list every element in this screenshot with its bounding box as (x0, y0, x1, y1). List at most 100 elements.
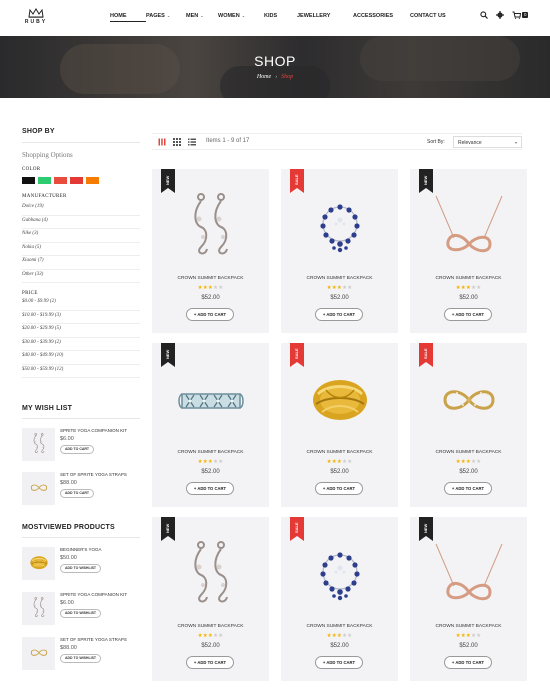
price-filter-item[interactable]: $50.00 - $59.99 (12) (22, 365, 140, 378)
product-thumbnail[interactable] (22, 592, 55, 625)
price-filter-item[interactable]: $40.00 - $49.99 (10) (22, 351, 140, 365)
product-name[interactable]: CROWN SUMMIT BACKPACK (281, 624, 398, 629)
view-columns-button[interactable] (157, 137, 167, 147)
add-to-cart-button[interactable]: ADD TO CART (60, 445, 95, 454)
product-image[interactable] (301, 187, 378, 264)
product-thumbnail[interactable] (22, 428, 55, 461)
nav-item-home[interactable]: HOME (110, 13, 146, 22)
manufacturer-filter-item[interactable]: Nike (3) (22, 229, 140, 243)
product-name[interactable]: CROWN SUMMIT BACKPACK (152, 276, 269, 281)
nav-item-men[interactable]: MEN ⌄ (186, 13, 218, 19)
product-card[interactable]: NEW CROWN SUMMIT BACKPACK ★★★★★ $52.00 +… (410, 169, 527, 333)
add-to-cart-button[interactable]: + ADD TO CART (186, 308, 234, 321)
brand-logo[interactable]: RUBY (22, 8, 50, 25)
rating-stars: ★★★★★ (455, 633, 482, 639)
add-to-cart-button[interactable]: + ADD TO CART (444, 308, 492, 321)
product-thumbnail[interactable] (22, 637, 55, 670)
add-to-cart-button[interactable]: + ADD TO CART (444, 482, 492, 495)
product-card[interactable]: NEW CROWN SUMMIT BACKPACK ★★★★★ $52.00 +… (152, 517, 269, 681)
product-name[interactable]: CROWN SUMMIT BACKPACK (410, 624, 527, 629)
manufacturer-filter-item[interactable]: Other (33) (22, 270, 140, 283)
product-name[interactable]: CROWN SUMMIT BACKPACK (410, 450, 527, 455)
product-image[interactable] (430, 187, 507, 264)
product-price: $52.00 (330, 643, 349, 649)
add-to-cart-button[interactable]: + ADD TO CART (315, 482, 363, 495)
search-icon[interactable] (480, 11, 489, 19)
product-price: $6.00 (60, 600, 74, 606)
cart-icon (512, 11, 522, 19)
product-name[interactable]: CROWN SUMMIT BACKPACK (152, 450, 269, 455)
product-image[interactable] (172, 535, 249, 612)
add-to-cart-button[interactable]: + ADD TO CART (444, 656, 492, 669)
sort-select-value: Relevance (458, 139, 482, 146)
product-name[interactable]: SET OF SPRITE YOGA STRAPS (60, 637, 127, 642)
product-name[interactable]: CROWN SUMMIT BACKPACK (152, 624, 269, 629)
nav-item-accessories[interactable]: ACCESSORIES (353, 13, 410, 19)
manufacturer-filter-item[interactable]: Gabbana (4) (22, 216, 140, 229)
nav-item-pages[interactable]: PAGES ⌄ (146, 13, 186, 19)
product-card[interactable]: SALE CROWN SUMMIT BACKPACK ★★★★★ $52.00 … (281, 169, 398, 333)
color-swatch[interactable] (86, 177, 99, 184)
product-badge: NEW (165, 349, 170, 359)
add-to-cart-button[interactable]: ADD TO CART (60, 489, 95, 498)
product-name[interactable]: SPRITE YOGA COMPANION KIT (60, 592, 127, 597)
product-name[interactable]: SET OF SPRITE YOGA STRAPS (60, 472, 127, 477)
product-image[interactable] (301, 535, 378, 612)
product-thumbnail[interactable] (22, 472, 55, 505)
product-name[interactable]: SPRITE YOGA COMPANION KIT (60, 428, 127, 433)
color-swatch[interactable] (70, 177, 83, 184)
product-card[interactable]: SALE CROWN SUMMIT BACKPACK ★★★★★ $52.00 … (281, 517, 398, 681)
breadcrumb-current: Shop (281, 74, 294, 80)
nav-item-kids[interactable]: KIDS (264, 13, 297, 19)
nav-item-women[interactable]: WOMEN ⌄ (218, 13, 264, 19)
add-to-cart-button[interactable]: + ADD TO CART (315, 308, 363, 321)
crown-icon (28, 8, 44, 18)
manufacturer-filter-item[interactable]: Dolce (19) (22, 202, 140, 216)
nav-item-contact-us[interactable]: CONTACT US (410, 13, 458, 19)
color-swatch[interactable] (22, 177, 35, 184)
product-card[interactable]: NEW CROWN SUMMIT BACKPACK ★★★★★ $52.00 +… (152, 169, 269, 333)
product-price: $52.00 (330, 469, 349, 475)
color-swatches (22, 177, 140, 184)
gear-icon[interactable] (496, 11, 505, 19)
product-card[interactable]: SALE CROWN SUMMIT BACKPACK ★★★★★ $52.00 … (410, 343, 527, 507)
product-name[interactable]: CROWN SUMMIT BACKPACK (281, 276, 398, 281)
product-image[interactable] (430, 535, 507, 612)
price-filter-item[interactable]: $10.00 - $19.99 (3) (22, 311, 140, 324)
add-to-cart-button[interactable]: + ADD TO CART (186, 482, 234, 495)
cart-button[interactable]: 0 (512, 11, 528, 19)
rating-stars: ★★★★★ (197, 459, 224, 465)
color-swatch[interactable] (38, 177, 51, 184)
product-card[interactable]: NEW CROWN SUMMIT BACKPACK ★★★★★ $52.00 +… (152, 343, 269, 507)
add-to-cart-button[interactable]: + ADD TO CART (315, 656, 363, 669)
add-to-wishlist-button[interactable]: ADD TO WISHLIST (60, 564, 102, 573)
header-actions: 0 (480, 11, 528, 19)
manufacturer-filter-item[interactable]: Xiaomi (7) (22, 256, 140, 270)
add-to-wishlist-button[interactable]: ADD TO WISHLIST (60, 654, 102, 663)
product-image[interactable] (430, 361, 507, 438)
product-name[interactable]: CROWN SUMMIT BACKPACK (281, 450, 398, 455)
add-to-wishlist-button[interactable]: ADD TO WISHLIST (60, 609, 102, 618)
nav-item-jewellery[interactable]: JEWELLERY (297, 13, 353, 19)
price-filter-item[interactable]: $0.00 - $9.99 (2) (22, 297, 140, 311)
view-grid-button[interactable] (172, 137, 182, 147)
add-to-cart-button[interactable]: + ADD TO CART (186, 656, 234, 669)
product-name[interactable]: CROWN SUMMIT BACKPACK (410, 276, 527, 281)
product-image[interactable] (172, 187, 249, 264)
product-image[interactable] (172, 361, 249, 438)
product-thumbnail[interactable] (22, 547, 55, 580)
product-card[interactable]: NEW CROWN SUMMIT BACKPACK ★★★★★ $52.00 +… (410, 517, 527, 681)
view-list-button[interactable] (187, 137, 197, 147)
product-image[interactable] (301, 361, 378, 438)
color-swatch[interactable] (54, 177, 67, 184)
price-filter-item[interactable]: $20.00 - $29.99 (5) (22, 324, 140, 338)
items-count: Items 1 - 9 of 17 (206, 138, 250, 144)
price-filter-item[interactable]: $30.00 - $39.99 (2) (22, 338, 140, 351)
manufacturer-filter-item[interactable]: Nokia (5) (22, 243, 140, 256)
breadcrumb-home-link[interactable]: Home (257, 74, 271, 80)
sort-select[interactable]: Relevance ▾ (453, 136, 522, 148)
product-name[interactable]: BEGINNER'S YOGA (60, 547, 102, 552)
chevron-down-icon: ⌄ (241, 13, 246, 18)
product-card[interactable]: SALE CROWN SUMMIT BACKPACK ★★★★★ $52.00 … (281, 343, 398, 507)
price-filter-title: PRICE (22, 291, 38, 296)
